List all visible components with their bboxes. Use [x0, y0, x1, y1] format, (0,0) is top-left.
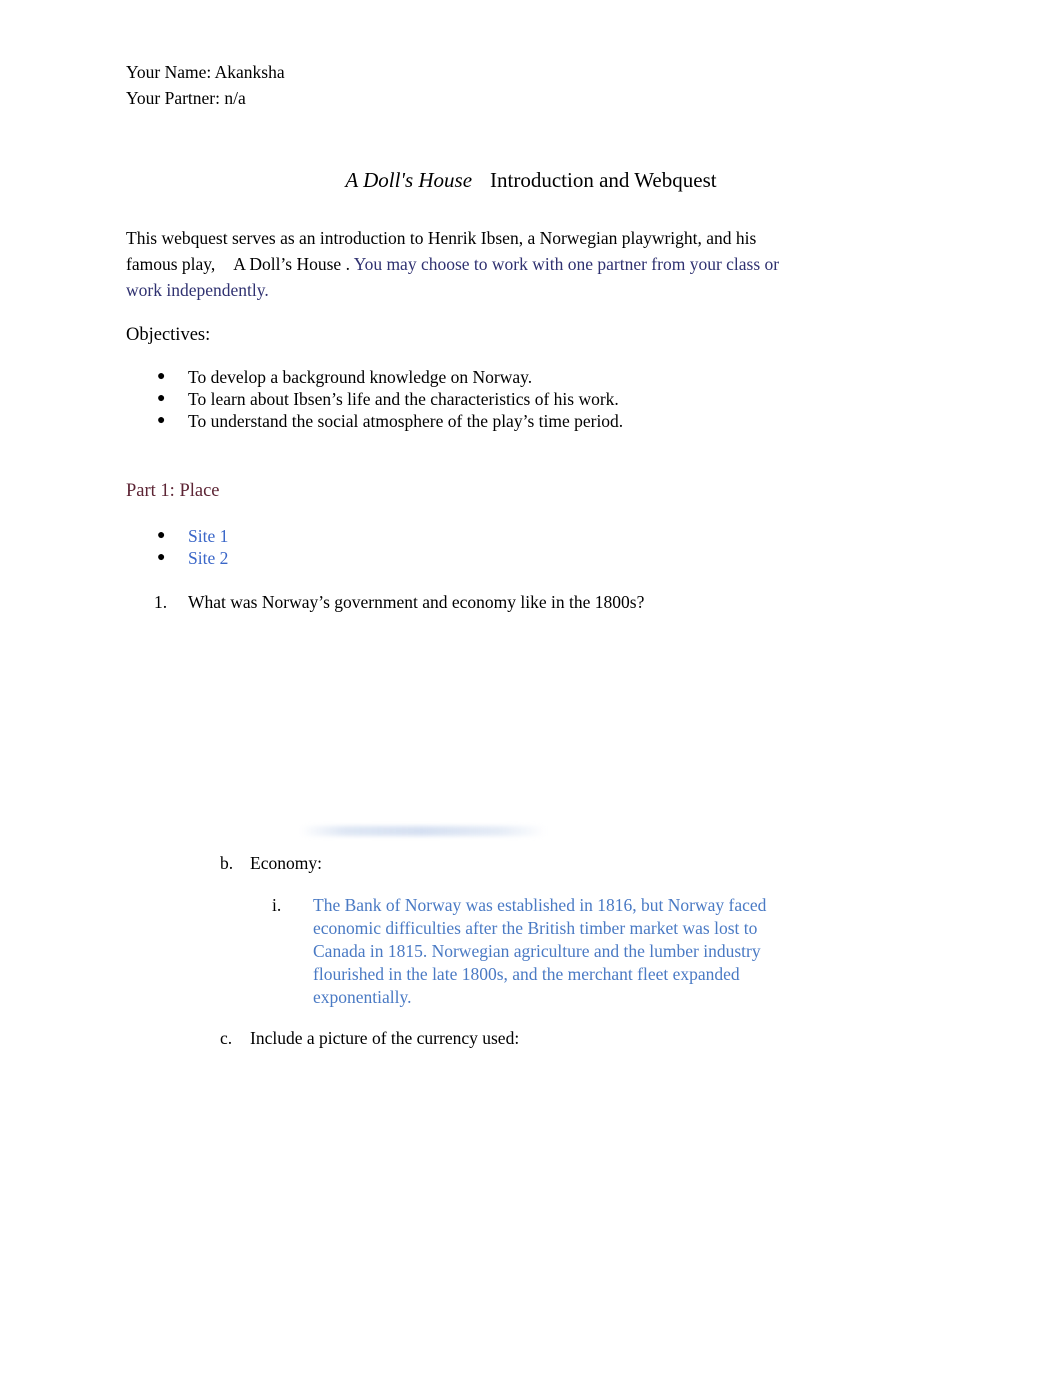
- list-item: ● Site 1: [126, 525, 228, 547]
- subitem-b-marker: b.: [220, 853, 234, 873]
- subitem-c-label: Include a picture of the currency used:: [250, 1028, 520, 1048]
- bullet-icon: ●: [157, 413, 166, 428]
- intro-partner-note: You may choose to work with one partner …: [126, 254, 780, 300]
- bullet-icon: ●: [157, 391, 166, 406]
- list-item: ● To develop a background knowledge on No…: [126, 366, 623, 388]
- intro-period: .: [345, 254, 350, 274]
- question-marker: 1.: [154, 592, 168, 612]
- subitem-b-economy: b. Economy:: [220, 851, 322, 875]
- page-title: A Doll's House Introduction and Webquest: [126, 166, 936, 194]
- objectives-list: ● To develop a background knowledge on No…: [126, 366, 623, 432]
- bullet-icon: ●: [157, 528, 166, 543]
- site-link-1[interactable]: Site 1: [188, 526, 228, 546]
- subitem-c-marker: c.: [220, 1028, 233, 1048]
- intro-paragraph: This webquest serves as an introduction …: [126, 225, 786, 303]
- faint-artifact-streak: [300, 826, 546, 836]
- subitem-b-label: Economy:: [250, 853, 322, 873]
- objective-text: To develop a background knowledge on Nor…: [188, 367, 533, 387]
- partner-name-line: Your Partner: n/a: [126, 87, 246, 108]
- list-item: ● To understand the social atmosphere of …: [126, 410, 623, 432]
- objective-text: To learn about Ibsen’s life and the char…: [188, 389, 619, 409]
- subitem-i-marker: i.: [272, 895, 282, 915]
- site-link-2[interactable]: Site 2: [188, 548, 228, 568]
- page-title-play: A Doll's House: [345, 168, 473, 192]
- objective-text: To understand the social atmosphere of t…: [188, 411, 624, 431]
- student-header: Your Name: Akanksha Your Partner: n/a: [126, 60, 285, 111]
- student-name-line: Your Name: Akanksha: [126, 62, 285, 82]
- bullet-icon: ●: [157, 369, 166, 384]
- question-list: 1. What was Norway’s government and econo…: [126, 590, 644, 614]
- site-links-list: ● Site 1 ● Site 2: [126, 525, 228, 569]
- list-item: ● To learn about Ibsen’s life and the cha…: [126, 388, 623, 410]
- document-page: Your Name: Akanksha Your Partner: n/a A …: [0, 0, 1062, 1377]
- objectives-heading: Objectives:: [126, 325, 211, 345]
- question-text: What was Norway’s government and economy…: [188, 592, 645, 612]
- intro-play-title: A Doll’s House: [233, 254, 342, 274]
- subitem-i-answer-text: The Bank of Norway was established in 18…: [313, 895, 767, 1007]
- list-item: 1. What was Norway’s government and econo…: [126, 590, 644, 614]
- page-title-rest: Introduction and Webquest: [490, 168, 717, 192]
- bullet-icon: ●: [157, 550, 166, 565]
- part-1-heading: Part 1: Place: [126, 481, 220, 501]
- subitem-b-answer: i. The Bank of Norway was established in …: [272, 894, 812, 1009]
- subitem-c-currency: c. Include a picture of the currency used…: [220, 1026, 519, 1050]
- list-item: ● Site 2: [126, 547, 228, 569]
